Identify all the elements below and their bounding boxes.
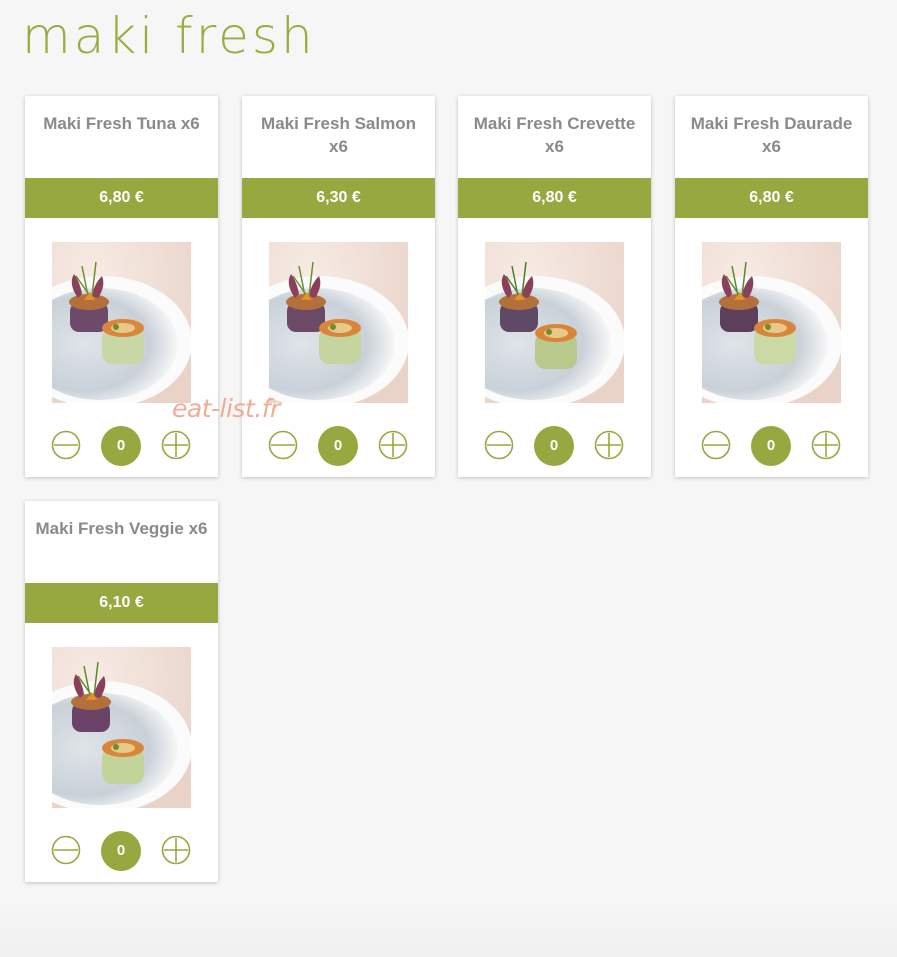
product-card: Maki Fresh Crevette x6 6,80 € 0 — [458, 96, 651, 477]
product-photo[interactable] — [52, 647, 191, 808]
product-name: Maki Fresh Crevette x6 — [473, 114, 636, 156]
plus-circle-icon — [811, 430, 841, 460]
decrease-quantity-button[interactable] — [268, 430, 298, 460]
quantity-value: 0 — [534, 426, 574, 466]
product-card: Maki Fresh Veggie x6 6,10 € 0 — [25, 501, 218, 882]
product-photo[interactable] — [269, 242, 408, 403]
decrease-quantity-button[interactable] — [484, 430, 514, 460]
product-price: 6,80 € — [458, 178, 651, 218]
quantity-stepper: 0 — [25, 426, 218, 466]
product-photo[interactable] — [485, 242, 624, 403]
minus-circle-icon — [701, 430, 731, 460]
quantity-stepper: 0 — [25, 831, 218, 871]
plus-circle-icon — [161, 835, 191, 865]
minus-circle-icon — [484, 430, 514, 460]
page-title: maki fresh — [22, 7, 316, 65]
increase-quantity-button[interactable] — [378, 430, 408, 460]
product-price: 6,30 € — [242, 178, 435, 218]
decrease-quantity-button[interactable] — [51, 430, 81, 460]
minus-circle-icon — [51, 430, 81, 460]
product-price: 6,80 € — [675, 178, 868, 218]
decrease-quantity-button[interactable] — [51, 835, 81, 865]
quantity-value: 0 — [101, 426, 141, 466]
quantity-value: 0 — [101, 831, 141, 871]
maki-photo-illustration — [702, 242, 841, 403]
quantity-stepper: 0 — [458, 426, 651, 466]
increase-quantity-button[interactable] — [594, 430, 624, 460]
product-price: 6,10 € — [25, 583, 218, 623]
plus-circle-icon — [378, 430, 408, 460]
product-name: Maki Fresh Daurade x6 — [690, 114, 853, 156]
product-name: Maki Fresh Tuna x6 — [43, 114, 200, 133]
product-photo[interactable] — [702, 242, 841, 403]
quantity-stepper: 0 — [242, 426, 435, 466]
increase-quantity-button[interactable] — [161, 835, 191, 865]
plus-circle-icon — [161, 430, 191, 460]
maki-photo-illustration — [52, 242, 191, 403]
product-name: Maki Fresh Veggie x6 — [35, 519, 208, 538]
minus-circle-icon — [268, 430, 298, 460]
quantity-stepper: 0 — [675, 426, 868, 466]
quantity-value: 0 — [318, 426, 358, 466]
increase-quantity-button[interactable] — [811, 430, 841, 460]
decrease-quantity-button[interactable] — [701, 430, 731, 460]
plus-circle-icon — [594, 430, 624, 460]
quantity-value: 0 — [751, 426, 791, 466]
maki-photo-illustration — [52, 647, 191, 808]
minus-circle-icon — [51, 835, 81, 865]
product-price: 6,80 € — [25, 178, 218, 218]
product-name: Maki Fresh Salmon x6 — [261, 114, 416, 156]
maki-photo-illustration — [485, 242, 624, 403]
decorative-footer-wave — [0, 897, 897, 957]
maki-photo-illustration — [269, 242, 408, 403]
product-photo[interactable] — [52, 242, 191, 403]
increase-quantity-button[interactable] — [161, 430, 191, 460]
watermark-text: eat-list.fr — [172, 394, 280, 423]
product-card: Maki Fresh Daurade x6 6,80 € 0 — [675, 96, 868, 477]
